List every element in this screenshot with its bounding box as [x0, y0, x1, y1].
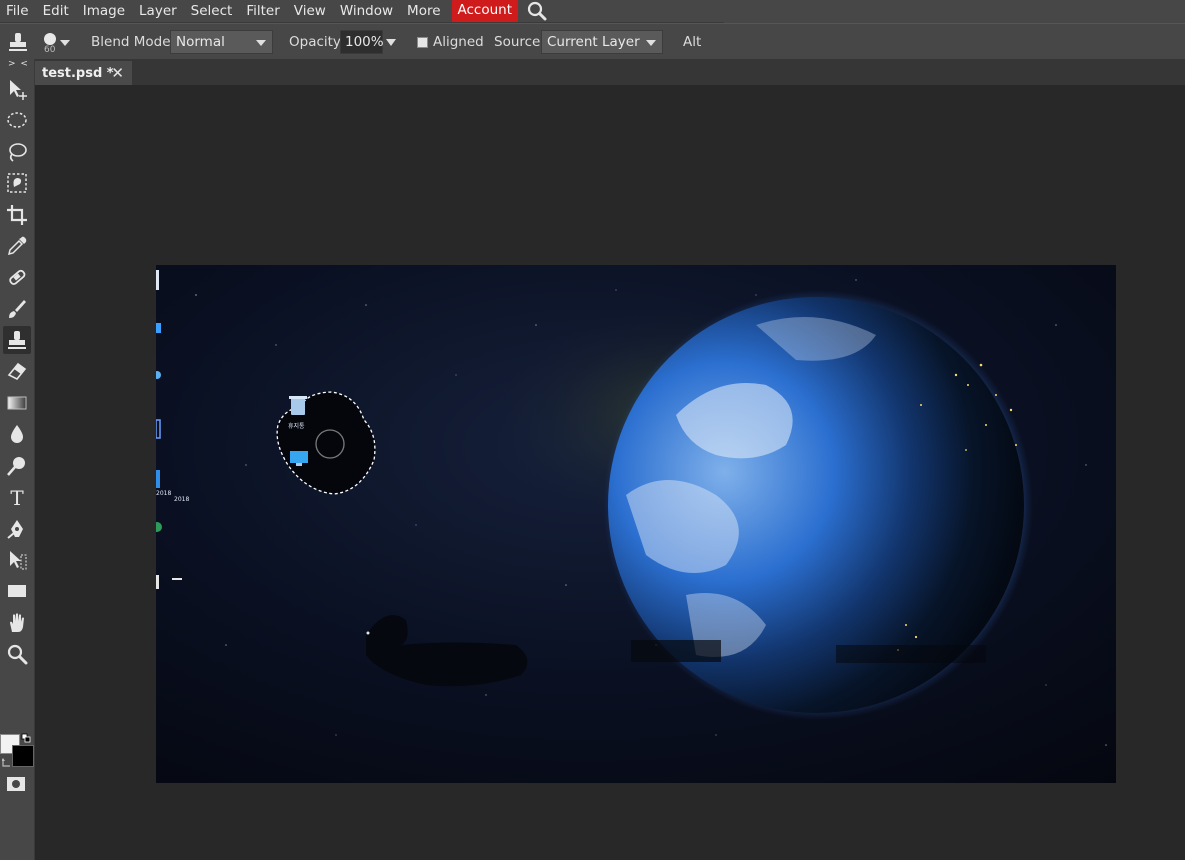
- triangle-down-icon: [386, 38, 396, 46]
- path-select-tool-icon[interactable]: [3, 546, 31, 574]
- swap-colors-icon[interactable]: [1, 756, 12, 771]
- opacity-value: 100%: [345, 34, 384, 50]
- menu-list: File Edit Image Layer Select Filter View…: [0, 0, 724, 23]
- collapse-toolbar-button[interactable]: > <: [8, 59, 29, 69]
- tab-label: test.psd *: [42, 65, 114, 81]
- desktop-icon-label-2018-b: 2018: [174, 496, 189, 503]
- close-icon[interactable]: ✕: [111, 64, 124, 82]
- document-tabs: test.psd * ✕: [35, 59, 1185, 85]
- move-tool-icon[interactable]: [3, 75, 31, 103]
- blur-tool-icon[interactable]: [3, 420, 31, 448]
- menu-file[interactable]: File: [0, 0, 36, 23]
- eyedropper-tool-icon[interactable]: [3, 232, 31, 260]
- checkbox-box: [417, 36, 428, 48]
- clone-stamp-tool-icon[interactable]: [3, 326, 31, 354]
- default-colors-icon[interactable]: [21, 732, 33, 747]
- tools-panel: > < T: [0, 59, 35, 860]
- brush-size-label: 60: [44, 45, 56, 55]
- opacity-input[interactable]: 100%: [340, 30, 384, 54]
- quick-select-tool-icon[interactable]: [3, 169, 31, 197]
- source-value: Current Layer: [547, 34, 640, 50]
- source-select[interactable]: Current Layer: [541, 30, 663, 54]
- menu-view[interactable]: View: [287, 0, 333, 23]
- document-canvas[interactable]: 휴지통 2018 2018: [156, 265, 1116, 783]
- brush-tool-icon[interactable]: [3, 295, 31, 323]
- pen-tool-icon[interactable]: [3, 515, 31, 543]
- background-color-swatch[interactable]: [12, 745, 34, 767]
- hand-tool-icon[interactable]: [3, 609, 31, 637]
- source-label: Source:: [494, 34, 545, 50]
- blend-mode-value: Normal: [176, 34, 225, 50]
- options-bar: 60 Blend Mode: Normal Opacity: 100% Alig…: [0, 23, 1185, 60]
- options-bar-inner: 60 Blend Mode: Normal Opacity: 100% Alig…: [0, 24, 724, 60]
- eraser-tool-icon[interactable]: [3, 357, 31, 385]
- menu-filter[interactable]: Filter: [239, 0, 286, 23]
- stamp-tool-icon: [7, 24, 29, 60]
- shape-tool-icon[interactable]: [3, 577, 31, 605]
- account-button[interactable]: Account: [451, 0, 519, 22]
- blend-mode-label: Blend Mode:: [91, 34, 176, 50]
- menu-select[interactable]: Select: [184, 0, 240, 23]
- lasso-tool-icon[interactable]: [3, 138, 31, 166]
- alt-button[interactable]: Alt: [683, 24, 701, 60]
- menu-layer[interactable]: Layer: [132, 0, 184, 23]
- chevron-down-icon: [646, 40, 656, 46]
- menu-image[interactable]: Image: [76, 0, 132, 23]
- healing-tool-icon[interactable]: [3, 263, 31, 291]
- recycle-bin-icon: [289, 396, 307, 415]
- aligned-label: Aligned: [433, 34, 484, 50]
- brush-preset-picker[interactable]: 60: [40, 24, 74, 60]
- aligned-checkbox[interactable]: Aligned: [417, 24, 484, 60]
- menu-window[interactable]: Window: [333, 0, 400, 23]
- blend-mode-select[interactable]: Normal: [170, 30, 273, 54]
- gradient-tool-icon[interactable]: [3, 389, 31, 417]
- desktop-icon-label-recycle: 휴지통: [288, 422, 305, 430]
- menu-edit[interactable]: Edit: [36, 0, 76, 23]
- quick-mask-icon[interactable]: [6, 776, 26, 796]
- menu-bar: File Edit Image Layer Select Filter View…: [0, 0, 1185, 23]
- svg-text:T: T: [10, 486, 24, 508]
- opacity-dropdown-button[interactable]: [386, 24, 396, 60]
- tab-test-psd[interactable]: test.psd * ✕: [35, 61, 132, 85]
- marquee-tool-icon[interactable]: [3, 106, 31, 134]
- chevron-down-icon: [256, 40, 266, 46]
- crop-tool-icon[interactable]: [3, 201, 31, 229]
- menu-more[interactable]: More: [400, 0, 447, 23]
- type-tool-icon[interactable]: T: [3, 483, 31, 511]
- zoom-tool-icon[interactable]: [3, 640, 31, 668]
- desktop-icon-label-2018-a: 2018: [156, 490, 171, 497]
- search-icon[interactable]: [524, 0, 550, 22]
- menu-bar-empty: [724, 0, 1185, 23]
- canvas-image: 휴지통 2018 2018: [156, 265, 1116, 783]
- opacity-label: Opacity:: [289, 34, 345, 50]
- dodge-tool-icon[interactable]: [3, 452, 31, 480]
